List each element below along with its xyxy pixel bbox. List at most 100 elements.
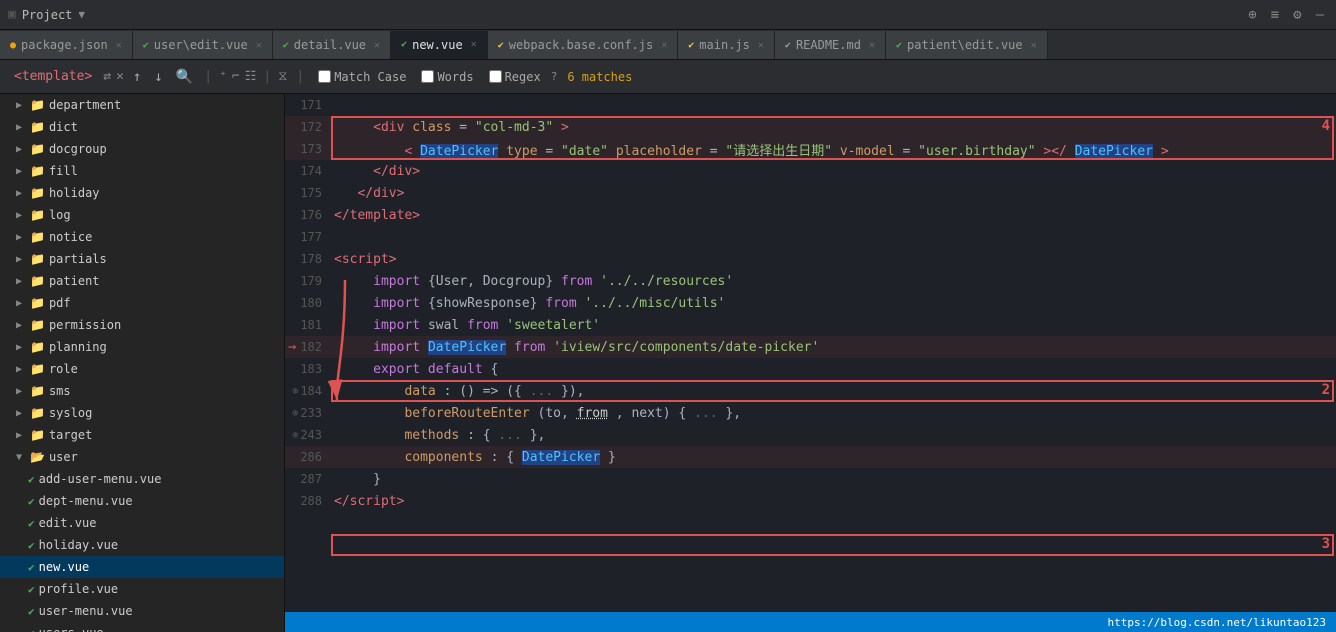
sidebar-item-permission[interactable]: ▶ 📁 permission [0,314,284,336]
sidebar-item-holiday[interactable]: ▶ 📁 holiday [0,182,284,204]
arrow-icon: ▶ [16,320,26,331]
sidebar-item-role[interactable]: ▶ 📁 role [0,358,284,380]
title-list-icon[interactable]: ≡ [1267,5,1283,25]
folder-label: notice [49,230,92,244]
tab-close-icon[interactable]: ✕ [661,40,667,51]
sidebar-item-add-user-menu[interactable]: ✔ add-user-menu.vue [0,468,284,490]
line-code-182: import DatePicker from 'iview/src/compon… [330,340,819,355]
title-settings-icon[interactable]: ⚙ [1289,5,1305,25]
tab-close-icon[interactable]: ✕ [471,39,477,50]
folder-label: pdf [49,296,71,310]
title-project-label: Project [22,8,73,22]
sidebar-item-log[interactable]: ▶ 📁 log [0,204,284,226]
line-number-179: 179 [285,274,330,288]
line-code-288: </script> [330,494,404,509]
arrow-icon: ▶ [16,342,26,353]
arrow-icon: ▶ [16,166,26,177]
line-number-178: 178 [285,252,330,266]
line-code-179: import {User, Docgroup} from '../../reso… [330,274,733,289]
tab-package-json[interactable]: ● package.json ✕ [0,31,133,59]
title-minimize-icon[interactable]: — [1312,5,1328,25]
search-next-icon[interactable]: ↓ [150,67,166,87]
sidebar-item-dept-menu[interactable]: ✔ dept-menu.vue [0,490,284,512]
sidebar-item-planning[interactable]: ▶ 📁 planning [0,336,284,358]
match-case-checkbox[interactable] [318,70,331,83]
code-line-183: 183 export default { [285,358,1336,380]
sidebar-item-target[interactable]: ▶ 📁 target [0,424,284,446]
tab-detail[interactable]: ✔ detail.vue ✕ [273,31,391,59]
code-line-179: 179 import {User, Docgroup} from '../../… [285,270,1336,292]
title-project-icon: ▣ [8,7,16,22]
sidebar-item-notice[interactable]: ▶ 📁 notice [0,226,284,248]
folder-icon: 📁 [30,98,45,112]
tab-patient-edit[interactable]: ✔ patient\edit.vue ✕ [886,31,1048,59]
words-checkbox[interactable] [421,70,434,83]
tab-close-icon[interactable]: ✕ [1031,40,1037,51]
words-label: Words [437,70,473,84]
folder-label: docgroup [49,142,107,156]
search-prev-icon[interactable]: ↑ [129,67,145,87]
search-find-icon[interactable]: 🔍 [172,67,197,87]
line-number-174: 174 [285,164,330,178]
folder-icon: 📁 [30,318,45,332]
folder-icon: 📁 [30,120,45,134]
tab-label: main.js [699,38,750,52]
words-option[interactable]: Words [416,68,478,86]
line-code-180: import {showResponse} from '../../misc/u… [330,296,725,311]
tab-main-js[interactable]: ✔ main.js ✕ [678,31,775,59]
tab-js-icon: ✔ [498,40,504,51]
sidebar-item-profile[interactable]: ✔ profile.vue [0,578,284,600]
sidebar-item-patient[interactable]: ▶ 📁 patient [0,270,284,292]
line-code-178: <script> [330,252,397,267]
sidebar-item-holiday[interactable]: ✔ holiday.vue [0,534,284,556]
editor-content[interactable]: 171 172 <div class = "col-md-3" [285,94,1336,612]
sidebar-item-sms[interactable]: ▶ 📁 sms [0,380,284,402]
match-case-option[interactable]: Match Case [313,68,411,86]
tab-user-edit[interactable]: ✔ user\edit.vue ✕ [133,31,273,59]
sidebar-item-edit[interactable]: ✔ edit.vue [0,512,284,534]
sidebar-item-docgroup[interactable]: ▶ 📁 docgroup [0,138,284,160]
match-case-label: Match Case [334,70,406,84]
folder-label: syslog [49,406,92,420]
red-arrow-indicator: → [288,339,296,355]
title-add-icon[interactable]: ⊕ [1244,5,1260,25]
sidebar-item-department[interactable]: ▶ 📁 department [0,94,284,116]
close-search-icon[interactable]: ✕ [116,69,124,84]
vue-file-icon: ✔ [28,561,35,574]
tab-close-icon[interactable]: ✕ [256,40,262,51]
tab-close-icon[interactable]: ✕ [374,40,380,51]
tab-json-icon: ● [10,40,16,51]
sidebar-item-fill[interactable]: ▶ 📁 fill [0,160,284,182]
tab-close-icon[interactable]: ✕ [758,40,764,51]
line-code-173: < DatePicker type = "date" placeholder =… [330,140,1169,159]
code-line-171: 171 [285,94,1336,116]
tab-close-icon[interactable]: ✕ [869,40,875,51]
regex-help-icon[interactable]: ? [551,70,558,83]
tab-label: README.md [796,38,861,52]
title-dropdown-icon[interactable]: ▼ [78,8,85,21]
line-code-286: components : { DatePicker } [330,450,616,465]
replace-icon[interactable]: ⇄ [103,69,111,84]
sidebar-item-user[interactable]: ▼ 📂 user [0,446,284,468]
sidebar-item-pdf[interactable]: ▶ 📁 pdf [0,292,284,314]
tab-new-vue[interactable]: ✔ new.vue ✕ [391,31,488,59]
code-line-287: 287 } [285,468,1336,490]
arrow-icon: ▶ [16,298,26,309]
sidebar-item-user-menu[interactable]: ✔ user-menu.vue [0,600,284,622]
line-number-182: → 182 [285,339,330,355]
sidebar-item-partials[interactable]: ▶ 📁 partials [0,248,284,270]
tab-close-icon[interactable]: ✕ [116,40,122,51]
sidebar-item-syslog[interactable]: ▶ 📁 syslog [0,402,284,424]
regex-label: Regex [505,70,541,84]
sidebar-item-new-vue[interactable]: ✔ new.vue [0,556,284,578]
tab-js-icon: ✔ [688,40,694,51]
sidebar-item-users[interactable]: ✔ users.vue [0,622,284,632]
regex-checkbox[interactable] [489,70,502,83]
folder-icon: 📁 [30,296,45,310]
filter-icon[interactable]: ⧖ [278,69,287,84]
regex-option[interactable]: Regex [484,68,546,86]
sidebar-item-dict[interactable]: ▶ 📁 dict [0,116,284,138]
tab-webpack[interactable]: ✔ webpack.base.conf.js ✕ [488,31,679,59]
search-sep2: | [263,69,271,84]
tab-readme[interactable]: ✔ README.md ✕ [775,31,886,59]
